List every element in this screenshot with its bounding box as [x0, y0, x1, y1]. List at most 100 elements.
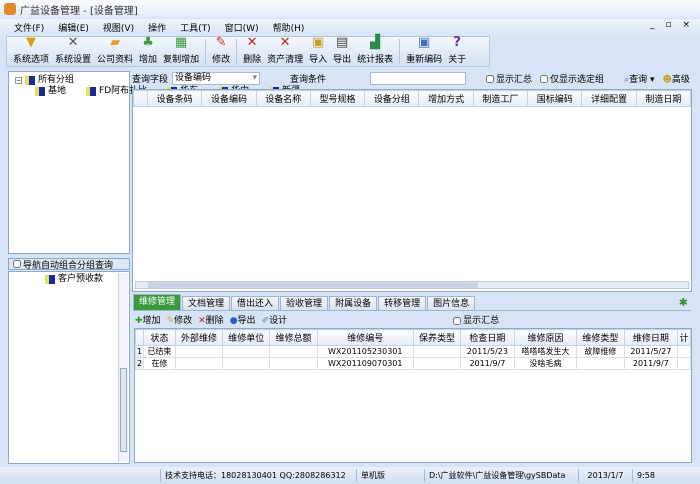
show-summary-checkbox-2[interactable]: [453, 316, 462, 325]
table-cell: WX201109070301: [316, 357, 414, 370]
toolbar-button-9[interactable]: ▤ 导出: [333, 36, 351, 66]
query-condition-input[interactable]: [370, 71, 467, 85]
tab-4[interactable]: 附属设备: [329, 296, 378, 310]
tree-node[interactable]: 基地: [15, 86, 66, 97]
window-controls[interactable]: _ ▫ ×: [650, 20, 694, 30]
nav-tree-node[interactable]: 客户预收款: [15, 274, 103, 285]
column-header[interactable]: 制造工厂: [472, 90, 529, 107]
horizontal-scrollbar[interactable]: [135, 281, 689, 289]
column-header[interactable]: 维修总额: [269, 329, 318, 346]
row-indicator-header: [135, 329, 144, 346]
edition: 单机版: [356, 469, 424, 482]
column-header[interactable]: 维修类型: [576, 329, 625, 346]
toolbar-button-12[interactable]: ? 关于: [448, 36, 466, 66]
detail-tabs: 维修管理 文档管理 借出还入 验收管理 附属设备 转移管理 图片信息: [133, 294, 691, 311]
tree-node-root[interactable]: − 所有分组: [15, 75, 129, 86]
toolbar-button-4[interactable]: ▦ 复制增加: [163, 36, 199, 66]
toolbar: ▼ 系统选项 ✕ 系统设置 ▰ 公司资料 ♣ 增加 ▦ 复制增加 ✎ 修改 ✕ 删除 ✕ 资产清理 ▣ 导入 ▤ 导出…: [6, 36, 490, 67]
add-user-icon: ♣: [142, 35, 154, 50]
tab-6[interactable]: 图片信息: [427, 296, 476, 310]
pencil-icon: ✎: [215, 35, 227, 50]
column-header[interactable]: 检查日期: [460, 329, 515, 346]
column-header[interactable]: 状态: [143, 329, 176, 346]
menu-view[interactable]: 视图(V): [103, 21, 134, 34]
toolbar-button-2[interactable]: ▰ 公司资料: [97, 36, 133, 66]
show-summary-checkbox[interactable]: [486, 75, 495, 83]
equipment-grid: 设备条码 设备编码 设备名称 型号规格 设备分组 增加方式 制造工厂 国标编码 详细配置 制造日期: [132, 89, 692, 292]
query-field-select[interactable]: 设备编码 ▾: [172, 71, 261, 85]
toolbar-button-0[interactable]: ▼ 系统选项: [13, 36, 49, 66]
tab-5[interactable]: 转移管理: [378, 296, 427, 310]
toolbar-button-1[interactable]: ✕ 系统设置: [55, 36, 91, 66]
column-header[interactable]: 设备分组: [364, 90, 420, 107]
advanced-button[interactable]: ☻高级: [663, 72, 690, 85]
column-header[interactable]: 保养类型: [412, 329, 462, 346]
nav-header: 导航自动组合分组查询: [8, 258, 130, 271]
add-button[interactable]: ✚增加: [135, 313, 161, 326]
chart-icon: ▟: [370, 35, 381, 50]
column-header[interactable]: 外部维修: [174, 329, 224, 346]
only-selected-checkbox[interactable]: [540, 75, 549, 83]
column-header[interactable]: 维修原因: [513, 329, 578, 346]
design-button[interactable]: ✐设计: [262, 313, 288, 326]
toolbar-button-5[interactable]: ✎ 修改: [212, 36, 230, 66]
menu-tools[interactable]: 工具(T): [180, 21, 211, 34]
column-header[interactable]: 型号规格: [309, 90, 366, 107]
column-header[interactable]: 增加方式: [418, 90, 474, 107]
row-number: 2: [135, 357, 144, 370]
column-header[interactable]: 维修编号: [316, 329, 414, 346]
table-cell: [269, 345, 318, 358]
toolbar-button-8[interactable]: ▣ 导入: [309, 36, 327, 66]
toolbar-button-7[interactable]: ✕ 资产清理: [267, 36, 303, 66]
menu-operate[interactable]: 操作: [148, 21, 166, 34]
scroll-thumb[interactable]: [148, 282, 478, 288]
column-header[interactable]: 计: [677, 329, 691, 346]
menu-window[interactable]: 窗口(W): [225, 21, 259, 34]
column-header[interactable]: 设备名称: [255, 90, 311, 107]
toolbar-button-11[interactable]: ▣ 重新编码: [406, 36, 442, 66]
table-row[interactable]: 1 已结束 WX201105230301 2011/5/23 嗒嗒嗒发生大 故障维修 201…: [135, 345, 691, 358]
column-header[interactable]: 维修单位: [222, 329, 271, 346]
tab-2[interactable]: 借出还入: [231, 296, 280, 310]
tab-3[interactable]: 验收管理: [280, 296, 329, 310]
column-header[interactable]: 维修日期: [623, 329, 679, 346]
table-row[interactable]: 2 在修 WX201109070301 2011/9/7 没啥毛病 2011/9/7: [135, 357, 691, 370]
toolbar-button-6[interactable]: ✕ 删除: [243, 36, 261, 66]
folder-icon: [25, 75, 35, 85]
delete-button[interactable]: ✕删除: [198, 313, 224, 326]
toolbar-button-10[interactable]: ▟ 统计报表: [357, 36, 393, 66]
table-cell: [174, 357, 224, 370]
folder-icon: [45, 274, 55, 284]
tab-0[interactable]: 维修管理: [133, 294, 182, 310]
tools-icon: ✕: [67, 35, 79, 50]
support-info: 技术支持电话：18028130401 QQ:2808286312: [160, 469, 356, 482]
edit-button[interactable]: ✎修改: [167, 313, 193, 326]
column-header[interactable]: 详细配置: [581, 90, 637, 107]
app-logo-icon: [4, 3, 16, 15]
column-header[interactable]: 国标编码: [527, 90, 583, 107]
import-icon: ▣: [311, 35, 325, 50]
export-button[interactable]: ●导出: [230, 313, 256, 326]
plus-icon: ✚: [135, 316, 143, 326]
collapse-icon[interactable]: −: [15, 76, 22, 84]
column-header[interactable]: 设备编码: [201, 90, 257, 107]
delete-icon: ✕: [246, 35, 258, 50]
table-cell: 2011/5/27: [623, 345, 679, 358]
search-button[interactable]: ⌕查询 ▾: [624, 72, 654, 85]
data-path: D:\广益软件\广益设备管理\gySBData: [424, 469, 578, 482]
menu-help[interactable]: 帮助(H): [273, 21, 305, 34]
row-number: 1: [135, 345, 144, 358]
column-header[interactable]: 设备条码: [146, 90, 203, 107]
nav-checkbox[interactable]: [13, 260, 21, 268]
toolbar-button-3[interactable]: ♣ 增加: [139, 36, 157, 66]
menu-edit[interactable]: 编辑(E): [58, 21, 89, 34]
advanced-icon: ☻: [662, 74, 672, 85]
table-cell: [412, 357, 462, 370]
column-header[interactable]: 制造日期: [635, 90, 692, 107]
menu-file[interactable]: 文件(F): [14, 21, 44, 34]
globe-icon: ●: [229, 316, 238, 326]
scroll-thumb[interactable]: [120, 368, 127, 452]
nav-scrollbar[interactable]: [118, 273, 128, 462]
settings-icon[interactable]: ✱: [679, 296, 688, 309]
tab-1[interactable]: 文档管理: [182, 296, 231, 310]
